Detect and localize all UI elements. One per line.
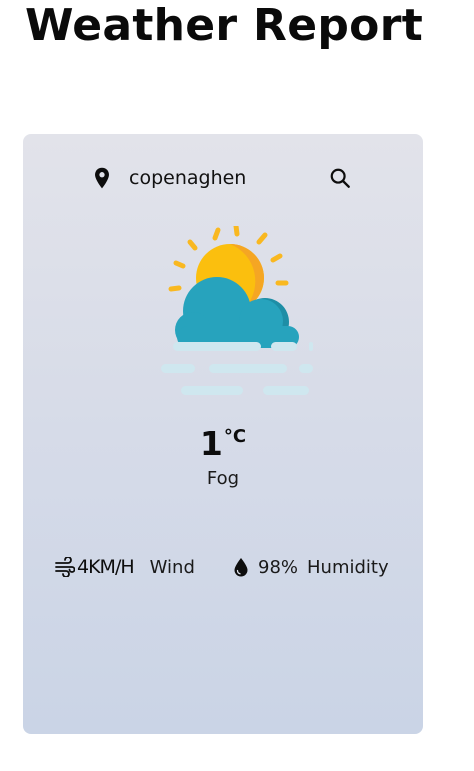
wind-icon bbox=[55, 557, 75, 577]
temperature-value: 1 bbox=[199, 424, 223, 463]
wind-label: Wind bbox=[149, 556, 195, 578]
weather-condition: Fog bbox=[206, 468, 240, 489]
page: Weather Report copenaghen 1°C Fog 4KM/H … bbox=[0, 0, 474, 771]
temperature-unit: °C bbox=[223, 426, 247, 447]
water-drop-icon bbox=[234, 558, 248, 577]
weather-details: 4KM/H Wind 98% Humidity bbox=[23, 554, 423, 580]
sun-cloud-fog-icon bbox=[161, 226, 313, 395]
humidity-label: Humidity bbox=[307, 556, 389, 578]
humidity-value: 98% bbox=[258, 556, 299, 578]
map-pin-icon bbox=[95, 167, 109, 189]
page-title: Weather Report bbox=[24, 0, 424, 51]
wind-info: 4KM/H Wind bbox=[55, 554, 195, 580]
humidity-info: 98% Humidity bbox=[233, 554, 389, 580]
temperature-block: 1°C bbox=[23, 424, 423, 464]
city-search-input[interactable] bbox=[129, 164, 319, 192]
weather-card: 1°C Fog 4KM/H Wind 9 bbox=[23, 134, 423, 734]
search-row bbox=[23, 164, 423, 192]
search-icon[interactable] bbox=[329, 167, 351, 189]
wind-speed: 4KM/H bbox=[77, 556, 135, 578]
